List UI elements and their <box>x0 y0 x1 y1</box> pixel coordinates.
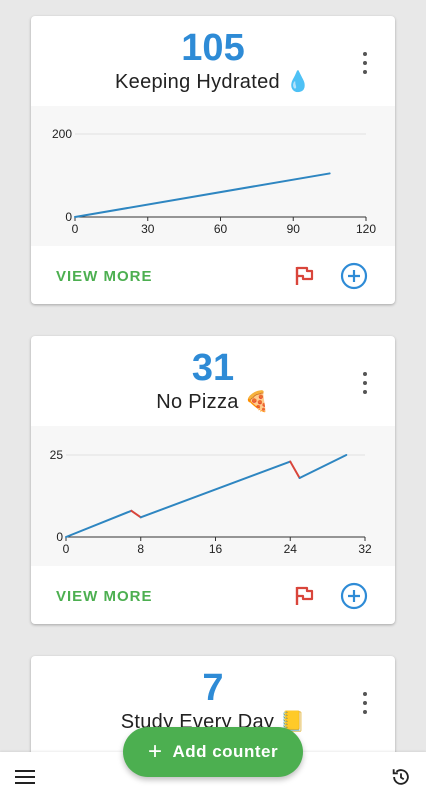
counter-title: Keeping Hydrated 💧 <box>115 71 311 93</box>
counter-card-hydrated: 105 Keeping Hydrated 💧 0 30 60 90 120 0 200 VI… <box>31 16 395 304</box>
x-tick-label: 0 <box>63 542 70 556</box>
x-tick-label: 8 <box>137 542 144 556</box>
x-tick-label: 32 <box>358 542 372 556</box>
x-tick-label: 120 <box>356 222 376 236</box>
add-circle-icon[interactable] <box>340 582 368 610</box>
view-more-button[interactable]: VIEW MORE <box>56 588 153 605</box>
y-tick-label: 200 <box>52 127 72 141</box>
x-tick-label: 60 <box>214 222 228 236</box>
y-tick-label: 0 <box>65 210 72 224</box>
add-circle-icon[interactable] <box>340 262 368 290</box>
counter-value: 7 <box>202 667 224 709</box>
x-tick-label: 0 <box>72 222 79 236</box>
counter-value: 31 <box>191 347 235 389</box>
add-counter-label: Add counter <box>172 742 279 761</box>
flag-icon[interactable] <box>292 264 316 288</box>
line-segment-decrease <box>289 460 301 479</box>
add-counter-button[interactable]: + Add counter <box>123 727 303 777</box>
line-segment-increase <box>298 454 348 479</box>
line-segment-decrease <box>130 509 142 519</box>
x-tick-label: 24 <box>284 542 298 556</box>
view-more-button[interactable]: VIEW MORE <box>56 268 153 285</box>
more-options-icon[interactable] <box>357 52 373 74</box>
plus-icon: + <box>147 738 163 765</box>
line-segment-increase <box>65 509 133 538</box>
counter-chart: 0 30 60 90 120 0 200 <box>31 106 395 246</box>
counter-card-no-pizza: 31 No Pizza 🍕 0 8 16 24 32 0 25 VIEW MORE <box>31 336 395 624</box>
y-tick-label: 0 <box>56 530 63 544</box>
menu-icon[interactable] <box>15 770 35 784</box>
x-tick-label: 16 <box>209 542 223 556</box>
more-options-icon[interactable] <box>357 692 373 714</box>
x-tick-label: 90 <box>287 222 301 236</box>
counter-title: No Pizza 🍕 <box>156 391 270 413</box>
more-options-icon[interactable] <box>357 372 373 394</box>
line-chart: 0 8 16 24 32 0 25 <box>50 448 372 556</box>
line-segment-increase <box>74 172 331 218</box>
y-tick-label: 25 <box>50 448 64 462</box>
line-chart: 0 30 60 90 120 0 200 <box>52 127 376 236</box>
counter-chart: 0 8 16 24 32 0 25 <box>31 426 395 566</box>
history-icon[interactable] <box>390 766 412 788</box>
x-tick-label: 30 <box>141 222 155 236</box>
line-segment-increase <box>139 460 292 519</box>
flag-icon[interactable] <box>292 584 316 608</box>
counter-value: 105 <box>181 27 245 69</box>
